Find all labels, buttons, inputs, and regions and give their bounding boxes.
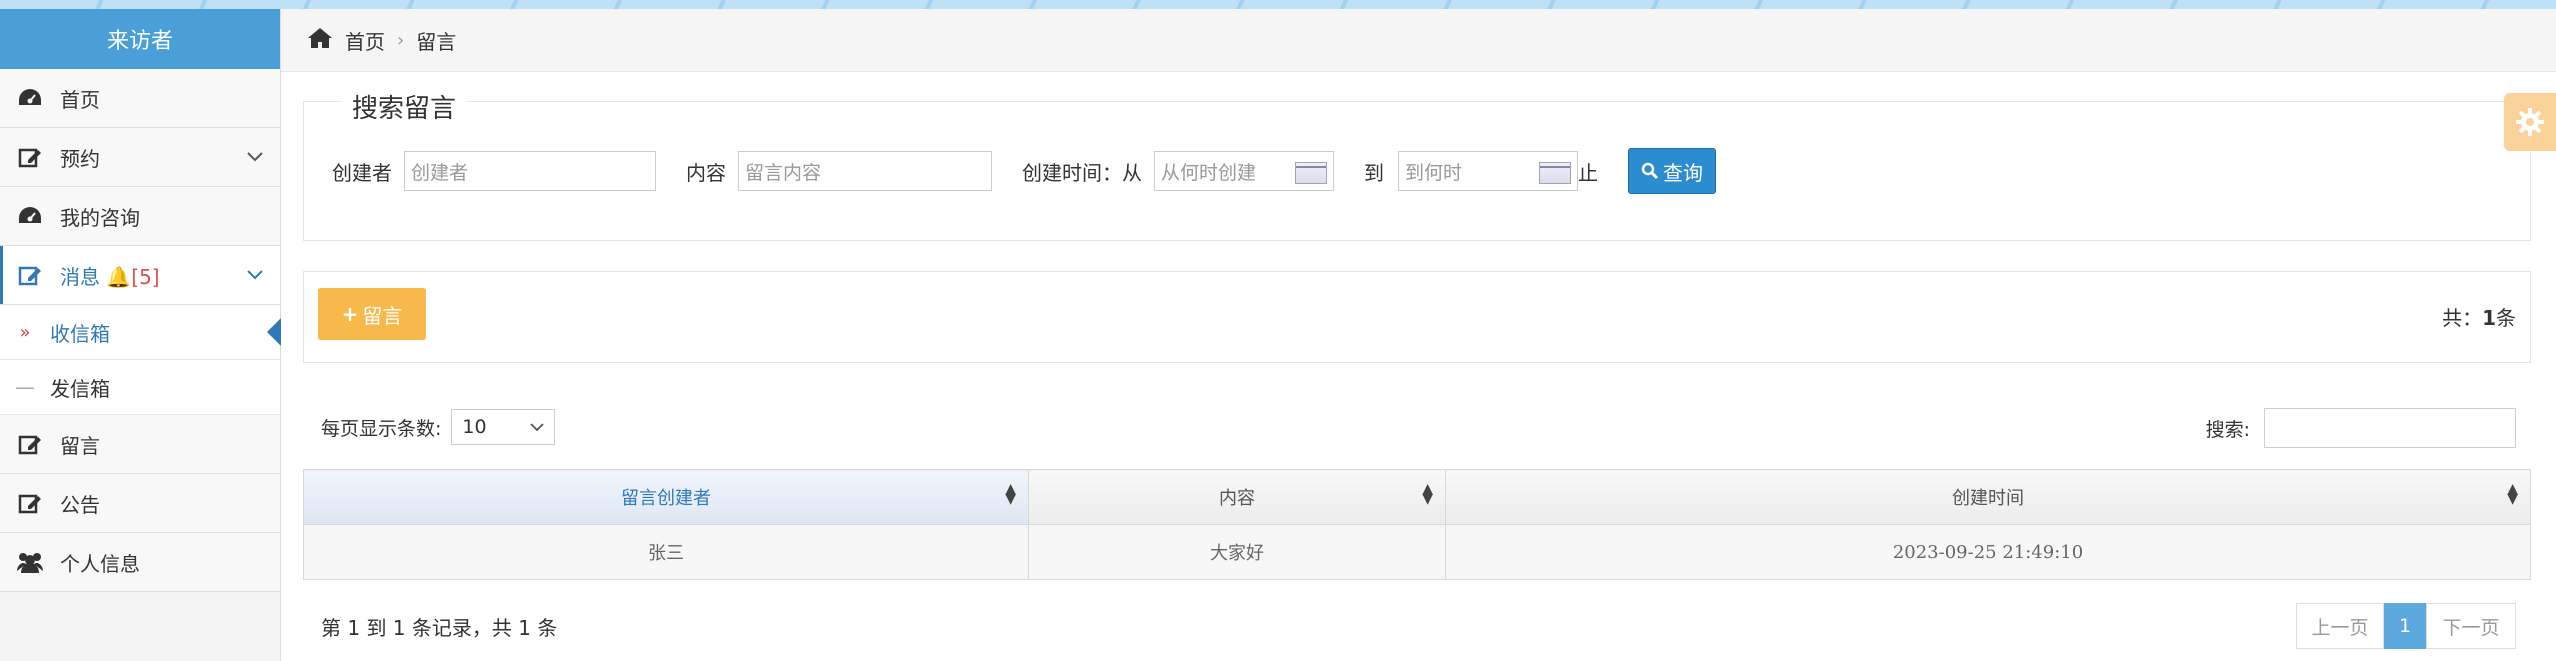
next-page-button[interactable]: 下一页 (2426, 603, 2516, 649)
table-search-input[interactable] (2264, 408, 2516, 448)
column-header-created-time[interactable]: 创建时间 ▲ ▼ (1445, 469, 2531, 525)
search-icon (1641, 162, 1659, 180)
table-row[interactable]: 张三 大家好 2023-09-25 21:49:10 (303, 524, 2531, 580)
page-length-label: 每页显示条数: (321, 417, 442, 440)
sort-icon: ▲ ▼ (1005, 481, 1016, 507)
sidebar-subitem-outbox[interactable]: — 发信箱 (0, 360, 280, 415)
sidebar-item-messages[interactable]: 消息 🔔[5] (0, 246, 280, 305)
bell-icon: 🔔 (106, 264, 132, 289)
home-icon[interactable] (307, 27, 333, 54)
sort-icon: ▲ ▼ (1422, 481, 1433, 507)
to-label: 到 (1364, 160, 1384, 185)
sidebar-item-label: 首页 (60, 87, 100, 112)
breadcrumb-separator-icon: › (397, 29, 405, 51)
calendar-icon[interactable] (1539, 162, 1571, 184)
creator-label: 创建者 (332, 160, 392, 185)
page-1-button[interactable]: 1 (2384, 603, 2426, 649)
main-content: 首页 › 留言 搜索留言 创建者 创建者 内容 留言内容 创建时间：从 从何时创… (281, 9, 2556, 661)
sidebar-header: 来访者 (0, 9, 280, 69)
dashboard-icon (0, 87, 60, 109)
sidebar-item-label: 留言 (60, 433, 100, 458)
edit-icon (0, 433, 60, 455)
date-from-input[interactable]: 从何时创建 (1154, 151, 1334, 191)
sidebar-item-label: 预约 (60, 146, 100, 171)
breadcrumb-current: 留言 (416, 29, 457, 54)
page-length-select[interactable]: 10 (451, 409, 556, 445)
content-label: 内容 (686, 160, 726, 185)
add-message-button[interactable]: + 留言 (318, 288, 426, 340)
column-header-content[interactable]: 内容 ▲ ▼ (1028, 469, 1446, 525)
total-count: 共：1条 (2442, 306, 2516, 330)
breadcrumb: 首页 › 留言 (281, 9, 2556, 72)
sidebar-item-notice[interactable]: 公告 (0, 474, 280, 533)
dashboard-icon (0, 205, 60, 227)
sidebar-item-home[interactable]: 首页 (0, 69, 280, 128)
table-info: 第 1 到 1 条记录，共 1 条 (321, 616, 558, 640)
table-header-row: 留言创建者 ▲ ▼ 内容 ▲ ▼ 创建时间 ▲ ▼ (303, 469, 2531, 525)
cell-content: 大家好 (1028, 524, 1446, 580)
end-label: 止 (1578, 160, 1598, 185)
settings-tab[interactable] (2504, 93, 2556, 151)
pagination: 上一页 1 下一页 (2296, 603, 2516, 649)
sidebar-item-appointment[interactable]: 预约 (0, 128, 280, 187)
edit-icon (0, 264, 60, 286)
create-time-label: 创建时间：从 (1022, 160, 1142, 185)
sidebar-item-guestbook[interactable]: 留言 (0, 415, 280, 474)
cell-created-time: 2023-09-25 21:49:10 (1445, 524, 2531, 580)
content-input[interactable]: 留言内容 (738, 151, 992, 191)
page-length-control: 每页显示条数: 10 (321, 409, 556, 445)
sort-icon: ▲ ▼ (2507, 481, 2518, 507)
edit-icon (0, 146, 60, 168)
toolbar-panel: + 留言 共：1条 (303, 271, 2531, 363)
sidebar-item-consultation[interactable]: 我的咨询 (0, 187, 280, 246)
top-banner-strip (0, 0, 2556, 9)
cell-creator: 张三 (303, 524, 1029, 580)
sidebar-item-label: 公告 (60, 492, 100, 517)
sidebar-item-label: 个人信息 (60, 551, 140, 576)
sidebar-subitem-inbox[interactable]: » 收信箱 (0, 305, 281, 360)
chevron-down-icon (530, 422, 545, 431)
sidebar-subitem-label: 收信箱 (50, 321, 110, 346)
gear-icon (2516, 108, 2544, 136)
search-form: 创建者 创建者 内容 留言内容 创建时间：从 从何时创建 到 到何时 止 查询 (332, 148, 1716, 194)
chevron-down-icon (230, 270, 280, 280)
calendar-icon[interactable] (1295, 162, 1327, 184)
search-panel: 搜索留言 创建者 创建者 内容 留言内容 创建时间：从 从何时创建 到 到何时 … (303, 88, 2531, 241)
double-chevron-right-icon: » (19, 321, 31, 343)
sidebar-subitem-label: 发信箱 (50, 376, 110, 401)
users-icon (0, 551, 60, 573)
table-search: 搜索: (2206, 408, 2516, 448)
chevron-down-icon (230, 152, 280, 162)
dash-icon: — (15, 375, 35, 399)
sidebar: 来访者 首页 预约 我的咨询 消息 🔔[5] » 收信箱 — 发信箱 留言 公告… (0, 9, 281, 661)
creator-input[interactable]: 创建者 (404, 151, 656, 191)
search-panel-title: 搜索留言 (342, 88, 467, 125)
breadcrumb-home-link[interactable]: 首页 (345, 26, 385, 55)
date-to-input[interactable]: 到何时 (1398, 151, 1578, 191)
sidebar-item-label: 我的咨询 (60, 205, 140, 230)
column-header-creator[interactable]: 留言创建者 ▲ ▼ (303, 469, 1029, 525)
plus-icon: + (341, 302, 359, 326)
query-button[interactable]: 查询 (1628, 148, 1716, 194)
messages-table: 留言创建者 ▲ ▼ 内容 ▲ ▼ 创建时间 ▲ ▼ 张三 大家好 2023-09-25… (303, 469, 2531, 580)
unread-badge: [5] (131, 264, 160, 289)
table-search-label: 搜索: (2205, 418, 2250, 441)
edit-icon (0, 492, 60, 514)
sidebar-item-label: 消息 🔔[5] (60, 264, 160, 289)
prev-page-button[interactable]: 上一页 (2296, 603, 2384, 649)
sidebar-item-profile[interactable]: 个人信息 (0, 533, 280, 592)
